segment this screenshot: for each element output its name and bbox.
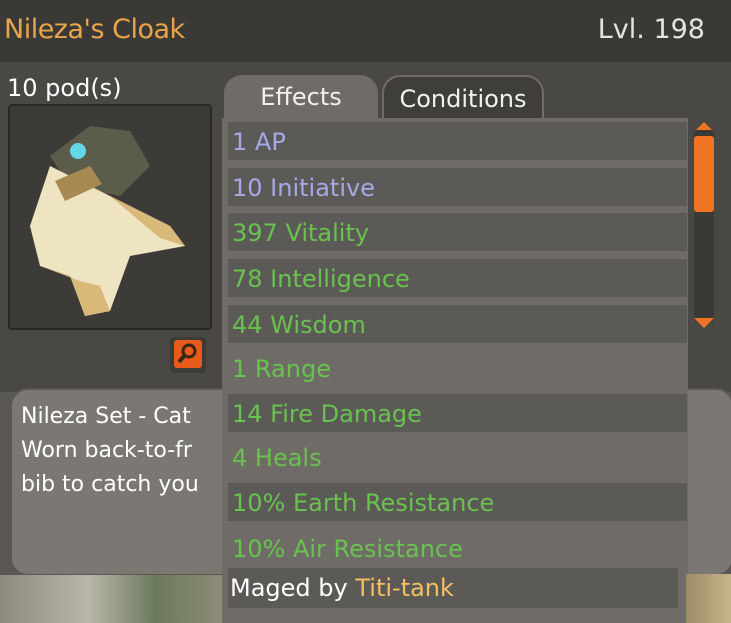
effect-text: 78 Intelligence (232, 265, 410, 293)
effect-row: 1 Range (228, 349, 687, 387)
effect-row: 44 Wisdom (228, 305, 687, 343)
effect-row: 10% Air Resistance (228, 529, 687, 567)
effect-row: 1 AP (228, 122, 687, 160)
item-level: Lvl. 198 (597, 14, 705, 45)
effect-row: 14 Fire Damage (228, 394, 687, 432)
effect-text: 10% Earth Resistance (232, 489, 495, 517)
item-weight: 10 pod(s) (7, 74, 122, 102)
game-scenery (0, 575, 222, 623)
effect-text: 1 Range (232, 355, 331, 383)
effect-text: 4 Heals (232, 444, 322, 472)
item-header: Nileza's Cloak Lvl. 198 (0, 0, 731, 62)
maged-by-row: Maged by Titi-tank (228, 568, 678, 608)
description-line: bib to catch you (21, 472, 199, 497)
effect-text: 14 Fire Damage (232, 400, 422, 428)
effect-text: 10% Air Resistance (232, 535, 463, 563)
effects-scrollbar[interactable] (691, 122, 717, 332)
scroll-down-icon[interactable] (694, 318, 714, 328)
item-description: Nileza Set - Cat Worn back-to-fr bib to … (21, 400, 199, 502)
effect-text: 44 Wisdom (232, 311, 366, 339)
effect-row: 4 Heals (228, 438, 687, 476)
maged-player-name[interactable]: Titi-tank (355, 574, 454, 602)
cloak-item-icon (30, 126, 185, 316)
zoom-button[interactable] (170, 337, 206, 373)
scroll-thumb[interactable] (694, 136, 714, 212)
effect-text: 397 Vitality (232, 219, 370, 247)
game-scenery (686, 574, 731, 623)
item-image-box (8, 104, 212, 330)
effect-row: 78 Intelligence (228, 259, 687, 297)
tab-effects[interactable]: Effects (224, 75, 378, 118)
effect-row: 10% Earth Resistance (228, 483, 687, 521)
description-line: Worn back-to-fr (21, 438, 192, 463)
effect-row: 10 Initiative (228, 168, 687, 206)
maged-label: Maged by (230, 574, 348, 602)
effect-row: 397 Vitality (228, 213, 687, 251)
description-line: Nileza Set - Cat (21, 404, 191, 429)
tab-conditions[interactable]: Conditions (382, 75, 544, 120)
magnifier-icon (177, 343, 197, 364)
item-name: Nileza's Cloak (4, 14, 185, 45)
effect-text: 10 Initiative (232, 174, 375, 202)
effect-text: 1 AP (232, 128, 286, 156)
